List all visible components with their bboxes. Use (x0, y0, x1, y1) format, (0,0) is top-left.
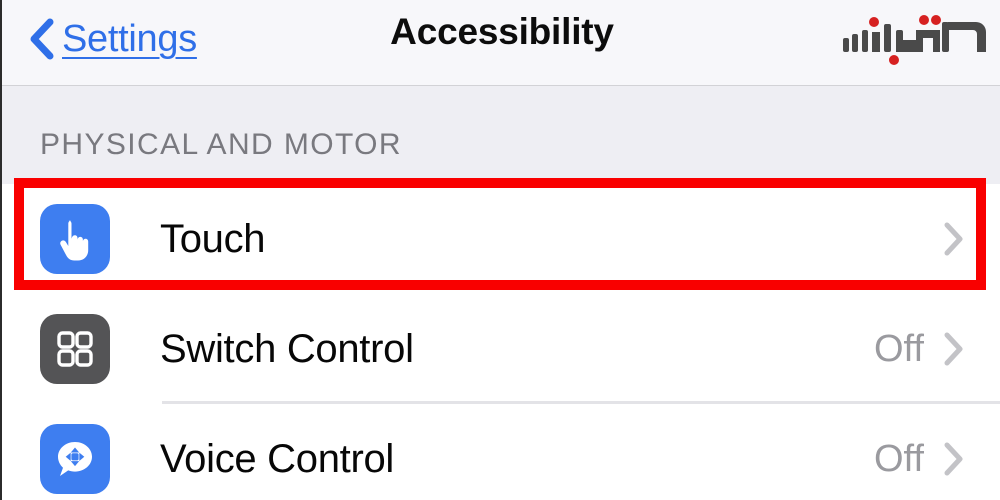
settings-row-touch[interactable]: Touch (2, 184, 1000, 294)
switch-control-grid-icon (57, 331, 93, 367)
settings-rows-group: Touch Switch Control Off Voice Control O… (2, 184, 1000, 500)
settings-row-label: Switch Control (160, 326, 414, 371)
settings-row-label: Touch (160, 216, 266, 261)
settings-row-voice-control[interactable]: Voice Control Off (2, 404, 1000, 500)
switch-control-grid-icon-container (40, 314, 110, 384)
settings-content: PHYSICAL AND MOTOR Touch Switch Control … (2, 86, 1000, 500)
chevron-right-icon (944, 442, 963, 476)
itbazar-logo (843, 15, 986, 65)
touch-hand-icon (60, 220, 89, 261)
settings-row-value: Off (874, 437, 924, 480)
settings-row-label: Voice Control (160, 436, 395, 481)
settings-row-switch-control[interactable]: Switch Control Off (2, 294, 1000, 404)
navigation-bar: Settings Accessibility (2, 0, 1000, 86)
chevron-right-icon (944, 332, 963, 366)
settings-row-value: Off (874, 327, 924, 370)
voice-control-bubble-icon (58, 442, 92, 476)
touch-hand-icon-container (40, 204, 110, 274)
voice-control-bubble-icon-container (40, 424, 110, 494)
chevron-right-icon (944, 222, 963, 256)
section-header-physical-and-motor: PHYSICAL AND MOTOR (40, 128, 402, 161)
